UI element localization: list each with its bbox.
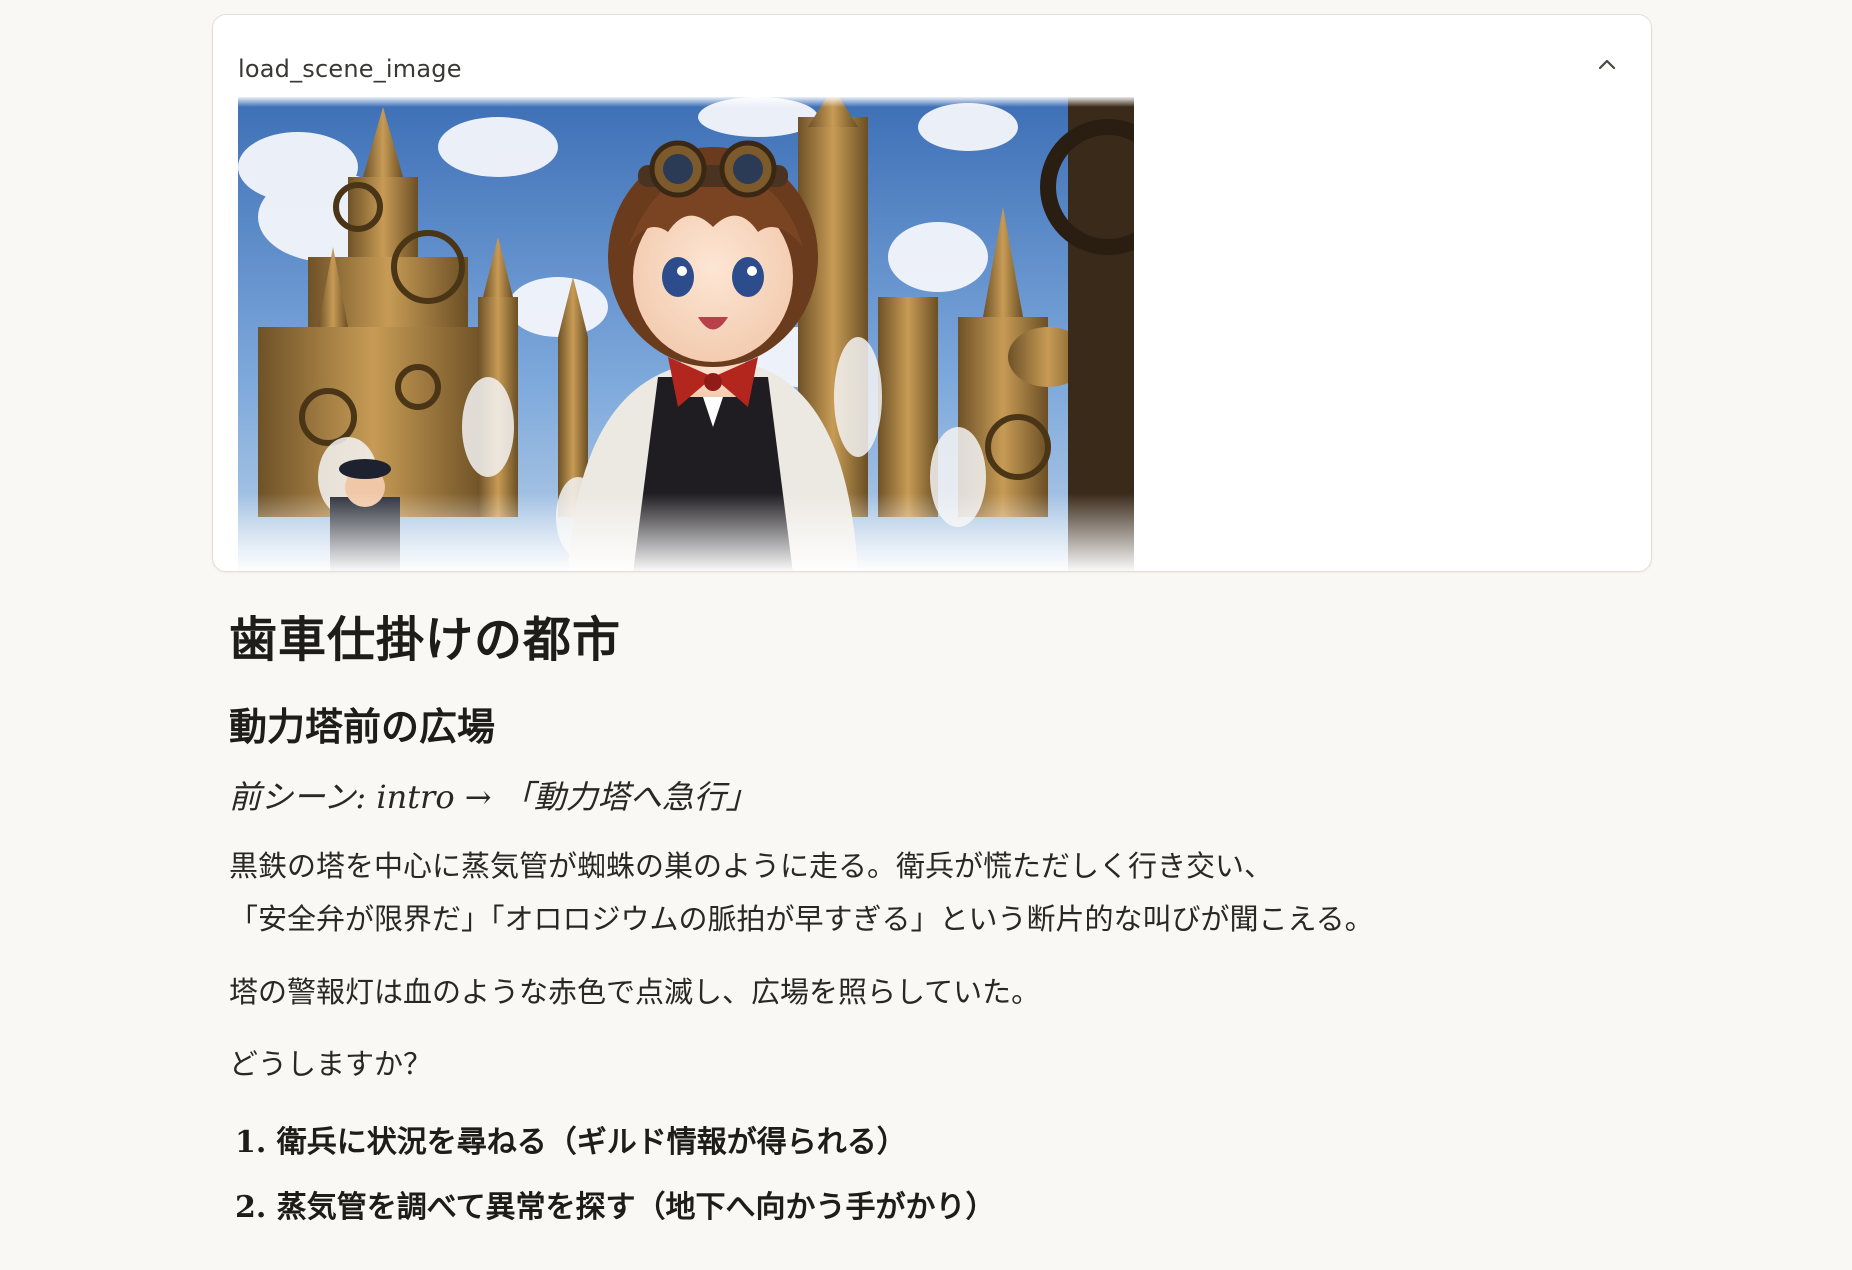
scene-image [238,97,1134,571]
description-line-1: 黒鉄の塔を中心に蒸気管が蜘蛛の巣のように走る。衛兵が慌ただしく行き交い、 [229,849,1274,883]
choice-item[interactable]: 1. 衛兵に状況を尋ねる（ギルド情報が得られる） [235,1110,996,1175]
choice-list: 1. 衛兵に状況を尋ねる（ギルド情報が得られる） 2. 蒸気管を調べて異常を探す… [235,1110,996,1240]
scene-description: 黒鉄の塔を中心に蒸気管が蜘蛛の巣のように走る。衛兵が慌ただしく行き交い、 「安全… [229,840,1374,946]
choice-item[interactable]: 2. 蒸気管を調べて異常を探す（地下へ向かう手がかり） [235,1175,996,1240]
tool-output-panel: load_scene_image [212,14,1652,572]
scene-title: 歯車仕掛けの都市 [229,612,622,668]
action-prompt: どうしますか？ [229,1047,433,1081]
chevron-up-icon[interactable] [1593,51,1621,79]
scene-location: 動力塔前の広場 [229,704,496,749]
description-line-2: 「安全弁が限界だ」「オロロジウムの脈拍が早すぎる」という断片的な叫びが聞こえる。 [229,902,1374,936]
previous-scene: 前シーン: intro → 「動力塔へ急行」 [229,778,758,816]
scene-description-2: 塔の警報灯は血のような赤色で点滅し、広場を照らしていた。 [229,975,1041,1009]
panel-header[interactable]: load_scene_image [213,15,1651,99]
panel-title: load_scene_image [238,55,462,83]
